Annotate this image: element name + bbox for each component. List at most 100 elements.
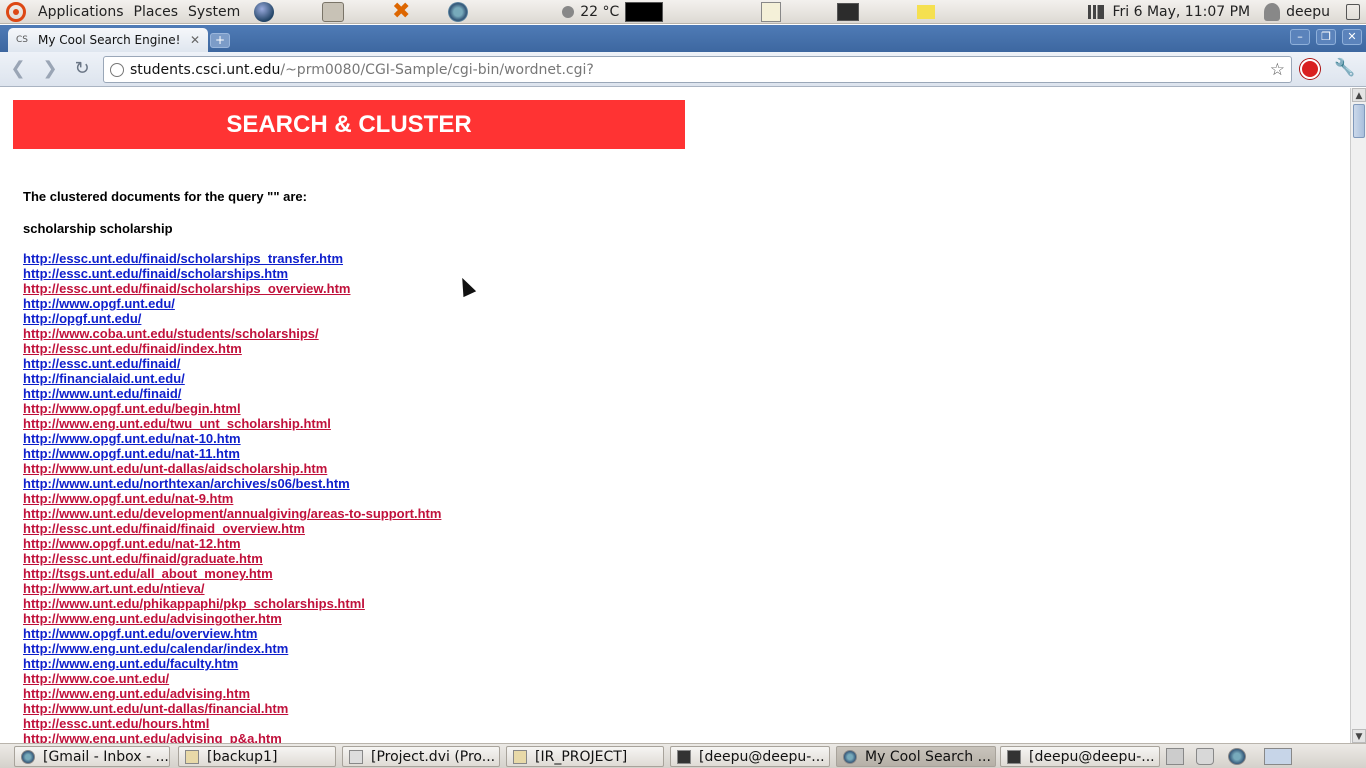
task-terminal-1[interactable]: [deepu@deepu-... (670, 746, 830, 767)
chrome-launcher-icon[interactable] (448, 1, 469, 22)
result-link[interactable]: http://www.opgf.unt.edu/begin.html (23, 401, 241, 416)
new-tab-button[interactable]: + (210, 33, 230, 48)
app-launcher-icon[interactable]: ✖ (390, 0, 412, 22)
result-link[interactable]: http://www.eng.unt.edu/advisingother.htm (23, 611, 282, 626)
result-link[interactable]: http://www.coe.unt.edu/ (23, 671, 169, 686)
weather-applet[interactable]: 22 °C (562, 1, 664, 22)
task-terminal-2[interactable]: [deepu@deepu-... (1000, 746, 1160, 767)
adblock-extension-icon[interactable] (1300, 59, 1320, 79)
result-link-item: http://www.eng.unt.edu/twu_unt_scholarsh… (23, 416, 441, 431)
tab-bar: CS My Cool Search Engine! ✕ + – ❐ ✕ (0, 25, 1366, 52)
result-link-item: http://www.opgf.unt.edu/nat-11.htm (23, 446, 441, 461)
terminal-icon (677, 749, 691, 764)
chrome-icon (21, 749, 35, 764)
clock[interactable]: Fri 6 May, 11:07 PM (1112, 4, 1250, 20)
result-link-item: http://www.coba.unt.edu/students/scholar… (23, 326, 441, 341)
result-link[interactable]: http://www.opgf.unt.edu/nat-11.htm (23, 446, 240, 461)
document-viewer-launcher-icon[interactable] (322, 1, 345, 22)
workspace-chrome-icon[interactable] (1228, 748, 1246, 765)
result-links-list: http://essc.unt.edu/finaid/scholarships_… (23, 251, 441, 743)
terminal-icon (1007, 749, 1021, 764)
result-link[interactable]: http://www.opgf.unt.edu/overview.htm (23, 626, 257, 641)
result-link[interactable]: http://essc.unt.edu/finaid/scholarships_… (23, 281, 350, 296)
task-label: [Gmail - Inbox - ... (43, 748, 169, 765)
network-signal-icon[interactable] (1088, 5, 1105, 19)
result-link-item: http://www.eng.unt.edu/advisingother.htm (23, 611, 441, 626)
chrome-icon (843, 749, 857, 764)
ubuntu-logo-icon[interactable] (6, 1, 26, 22)
browser-launcher-icon[interactable] (254, 1, 275, 22)
vertical-scrollbar[interactable]: ▲ ▼ (1350, 88, 1366, 743)
result-link[interactable]: http://www.opgf.unt.edu/nat-10.htm (23, 431, 241, 446)
address-bar[interactable]: students.csci.unt.edu/~prm0080/CGI-Sampl… (103, 56, 1292, 83)
result-link[interactable]: http://www.art.unt.edu/ntieva/ (23, 581, 205, 596)
result-link[interactable]: http://www.unt.edu/finaid/ (23, 386, 181, 401)
task-my-cool-search[interactable]: My Cool Search ... (836, 746, 996, 767)
task-gmail[interactable]: [Gmail - Inbox - ... (14, 746, 170, 767)
username[interactable]: deepu (1286, 4, 1330, 20)
close-window-icon[interactable]: ✕ (1342, 29, 1362, 45)
result-link[interactable]: http://www.eng.unt.edu/advising.htm (23, 686, 250, 701)
result-link[interactable]: http://essc.unt.edu/hours.html (23, 716, 209, 731)
result-link[interactable]: http://essc.unt.edu/finaid/scholarships_… (23, 251, 343, 266)
scroll-up-icon[interactable]: ▲ (1352, 88, 1366, 102)
result-link[interactable]: http://essc.unt.edu/finaid/index.htm (23, 341, 242, 356)
result-link[interactable]: http://www.eng.unt.edu/advising_p&a.htm (23, 731, 282, 743)
notes-launcher-icon[interactable] (917, 4, 936, 19)
result-link[interactable]: http://www.opgf.unt.edu/ (23, 296, 175, 311)
result-link[interactable]: http://essc.unt.edu/finaid/finaid_overvi… (23, 521, 305, 536)
result-link[interactable]: http://financialaid.unt.edu/ (23, 371, 185, 386)
tab-title: My Cool Search Engine! (38, 33, 181, 47)
folder-icon (185, 749, 199, 764)
text-editor-launcher-icon[interactable] (761, 1, 782, 22)
restore-icon[interactable]: ❐ (1316, 29, 1336, 45)
result-link[interactable]: http://www.unt.edu/phikappaphi/pkp_schol… (23, 596, 365, 611)
scroll-down-icon[interactable]: ▼ (1352, 729, 1366, 743)
power-icon[interactable] (1346, 4, 1360, 20)
places-menu[interactable]: Places (134, 4, 179, 20)
result-link[interactable]: http://www.unt.edu/northtexan/archives/s… (23, 476, 350, 491)
trash-icon[interactable] (1196, 748, 1214, 765)
bookmark-star-icon[interactable]: ☆ (1270, 60, 1285, 80)
result-link-item: http://www.eng.unt.edu/advising_p&a.htm (23, 731, 441, 743)
result-link[interactable]: http://www.opgf.unt.edu/nat-12.htm (23, 536, 241, 551)
system-menu[interactable]: System (188, 4, 240, 20)
result-link[interactable]: http://www.eng.unt.edu/faculty.htm (23, 656, 238, 671)
back-button[interactable]: ❮ (6, 58, 30, 80)
result-link[interactable]: http://essc.unt.edu/finaid/scholarships.… (23, 266, 288, 281)
page-info-icon[interactable] (110, 62, 124, 77)
task-project-dvi[interactable]: [Project.dvi (Pro... (342, 746, 500, 767)
weather-moon-icon (562, 5, 575, 18)
tab-active[interactable]: CS My Cool Search Engine! ✕ (8, 28, 208, 52)
result-link-item: http://www.art.unt.edu/ntieva/ (23, 581, 441, 596)
task-ir-project[interactable]: [IR_PROJECT] (506, 746, 664, 767)
result-link[interactable]: http://www.coba.unt.edu/students/scholar… (23, 326, 319, 341)
show-desktop-icon[interactable] (1166, 748, 1184, 765)
result-link[interactable]: http://www.opgf.unt.edu/nat-9.htm (23, 491, 233, 506)
result-link[interactable]: http://www.unt.edu/unt-dallas/aidscholar… (23, 461, 327, 476)
result-link[interactable]: http://www.eng.unt.edu/twu_unt_scholarsh… (23, 416, 331, 431)
result-link-item: http://financialaid.unt.edu/ (23, 371, 441, 386)
terminal-launcher-icon[interactable] (837, 2, 860, 21)
workspace-switcher-icon[interactable] (1264, 748, 1292, 765)
reload-button[interactable]: ↻ (70, 58, 94, 80)
forward-button[interactable]: ❯ (38, 58, 62, 80)
task-backup1[interactable]: [backup1] (178, 746, 336, 767)
result-link[interactable]: http://essc.unt.edu/finaid/ (23, 356, 180, 371)
wrench-menu-icon[interactable]: 🔧 (1334, 58, 1355, 78)
result-link[interactable]: http://essc.unt.edu/finaid/graduate.htm (23, 551, 263, 566)
result-link[interactable]: http://tsgs.unt.edu/all_about_money.htm (23, 566, 273, 581)
result-link-item: http://essc.unt.edu/finaid/scholarships_… (23, 251, 441, 266)
minimize-icon[interactable]: – (1290, 29, 1310, 45)
result-link-item: http://www.opgf.unt.edu/ (23, 296, 441, 311)
result-link[interactable]: http://www.unt.edu/development/annualgiv… (23, 506, 441, 521)
result-link[interactable]: http://www.eng.unt.edu/calendar/index.ht… (23, 641, 288, 656)
cluster-heading: scholarship scholarship (23, 221, 173, 236)
scroll-thumb[interactable] (1353, 104, 1365, 138)
system-monitor-graph[interactable] (625, 1, 664, 22)
result-link[interactable]: http://www.unt.edu/unt-dallas/financial.… (23, 701, 288, 716)
tab-favicon-icon: CS (16, 35, 28, 45)
result-link[interactable]: http://opgf.unt.edu/ (23, 311, 141, 326)
tab-close-icon[interactable]: ✕ (190, 33, 200, 47)
applications-menu[interactable]: Applications (38, 4, 124, 20)
